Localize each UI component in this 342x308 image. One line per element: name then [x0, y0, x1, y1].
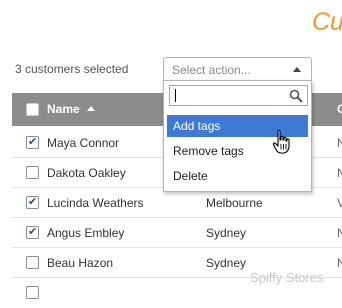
- column-header-name-label: Name: [47, 102, 80, 116]
- row-checkbox[interactable]: [26, 135, 39, 149]
- customer-city: Sydney: [206, 256, 247, 270]
- customer-city: Sydney: [206, 226, 247, 240]
- customer-extra: N: [337, 226, 342, 240]
- customer-city: Melbourne: [206, 196, 263, 210]
- row-checkbox[interactable]: [26, 225, 39, 239]
- bulk-action-select[interactable]: Select action...: [163, 57, 312, 82]
- action-option-delete[interactable]: Delete: [167, 165, 308, 187]
- hand-cursor-icon: [272, 129, 290, 154]
- row-checkbox[interactable]: [26, 256, 39, 269]
- customer-name[interactable]: Dakota Oakley: [47, 166, 126, 180]
- sort-ascending-icon: [87, 106, 96, 111]
- text-caret: [175, 89, 176, 102]
- customer-extra: N: [337, 136, 342, 150]
- action-search-box[interactable]: [169, 85, 308, 106]
- table-row[interactable]: Angus Embley Sydney N: [12, 218, 342, 248]
- watermark: Spiffy Stores: [250, 270, 324, 285]
- row-checkbox[interactable]: [26, 286, 39, 299]
- customer-name[interactable]: Angus Embley: [47, 226, 124, 240]
- column-header-name[interactable]: Name: [47, 102, 96, 116]
- customer-extra: N: [337, 256, 342, 270]
- customer-extra: V: [337, 196, 342, 210]
- row-checkbox[interactable]: [26, 195, 39, 209]
- select-all-checkbox[interactable]: [26, 103, 39, 116]
- customer-extra: N: [337, 166, 342, 180]
- customer-name[interactable]: Lucinda Weathers: [47, 196, 144, 210]
- table-row[interactable]: Lucinda Weathers Melbourne V: [12, 188, 342, 218]
- chevron-up-icon: [293, 67, 301, 72]
- column-header-partial[interactable]: C: [337, 102, 342, 116]
- customer-name[interactable]: Maya Connor: [47, 136, 119, 150]
- bulk-action-placeholder: Select action...: [172, 63, 251, 77]
- selected-count-label: 3 customers selected: [15, 62, 129, 76]
- search-icon[interactable]: [289, 89, 303, 103]
- row-checkbox[interactable]: [26, 166, 39, 179]
- action-search-input[interactable]: [170, 86, 280, 105]
- customer-name[interactable]: Beau Hazon: [47, 256, 113, 270]
- page-title: Cu: [312, 8, 342, 36]
